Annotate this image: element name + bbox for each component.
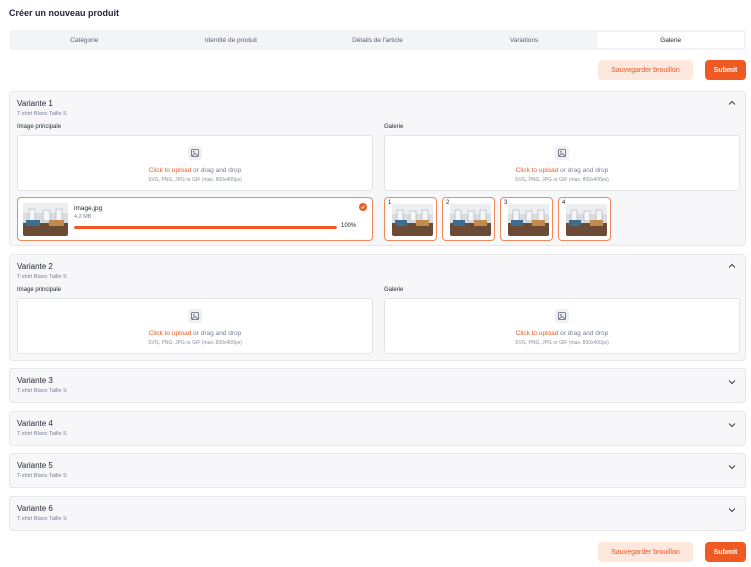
- variant-card-5[interactable]: Variante 5 T-shirt Blanc Taille S: [9, 453, 746, 488]
- page-title: Créer un nouveau produit: [9, 8, 120, 18]
- check-circle-icon: [359, 203, 367, 211]
- chevron-down-icon[interactable]: [727, 505, 737, 515]
- gallery-dropzone[interactable]: Click to upload or drag and drop SVG, PN…: [384, 135, 740, 191]
- tab-categorie[interactable]: Catégorie: [11, 32, 158, 48]
- upload-hint: SVG, PNG, JPG or GIF (max. 800x400px): [515, 340, 609, 346]
- variant-title: Variante 3: [17, 376, 53, 385]
- gallery-image: [508, 204, 549, 236]
- chevron-up-icon[interactable]: [727, 98, 737, 108]
- gallery-thumbnail-number: 3: [504, 200, 508, 206]
- variant-card-1: Variante 1 T-shirt Blanc Taille S Image …: [9, 91, 746, 246]
- upload-instruction-text: or drag and drop: [558, 167, 609, 174]
- upload-instruction: Click to upload or drag and drop: [18, 167, 372, 174]
- variant-subtitle: T-shirt Blanc Taille S: [17, 516, 67, 522]
- click-to-upload-link[interactable]: Click to upload: [149, 330, 192, 337]
- upload-progress-fill: [74, 226, 337, 229]
- variant-card-2: Variante 2 T-shirt Blanc Taille S Image …: [9, 254, 746, 361]
- upload-instruction: Click to upload or drag and drop: [385, 167, 739, 174]
- variant-subtitle: T-shirt Blanc Taille S: [17, 274, 67, 280]
- upload-instruction: Click to upload or drag and drop: [385, 330, 739, 337]
- upload-progress-bar: [74, 226, 337, 229]
- gallery-image: [566, 204, 607, 236]
- chevron-down-icon[interactable]: [727, 420, 737, 430]
- variant-subtitle: T-shirt Blanc Taille S: [17, 388, 67, 394]
- main-image-dropzone[interactable]: Click to upload or drag and drop SVG, PN…: [17, 298, 373, 354]
- chevron-down-icon[interactable]: [727, 377, 737, 387]
- gallery-dropzone[interactable]: Click to upload or drag and drop SVG, PN…: [384, 298, 740, 354]
- variant-title: Variante 6: [17, 504, 53, 513]
- gallery-label: Galerie: [384, 287, 404, 293]
- submit-button-bottom[interactable]: Submit: [705, 542, 746, 562]
- gallery-image: [392, 204, 433, 236]
- main-image-dropzone[interactable]: Click to upload or drag and drop SVG, PN…: [17, 135, 373, 191]
- upload-hint: SVG, PNG, JPG or GIF (max. 800x400px): [148, 177, 242, 183]
- image-icon: [555, 309, 569, 323]
- save-draft-button[interactable]: Sauvegarder brouillon: [598, 60, 693, 80]
- upload-instruction-text: or drag and drop: [191, 330, 242, 337]
- upload-progress-percent: 100%: [341, 223, 357, 229]
- tab-galerie[interactable]: Galerie: [597, 32, 744, 48]
- upload-instruction-text: or drag and drop: [558, 330, 609, 337]
- variant-subtitle: T-shirt Blanc Taille S: [17, 111, 67, 117]
- variant-title: Variante 4: [17, 419, 53, 428]
- step-tabs: Catégorie Identité de produit Détails de…: [9, 30, 746, 50]
- gallery-thumbnail-number: 4: [562, 200, 566, 206]
- gallery-thumbnail[interactable]: 3: [500, 197, 553, 241]
- variant-subtitle: T-shirt Blanc Taille S: [17, 431, 67, 437]
- file-thumbnail: [23, 203, 68, 236]
- save-draft-button-bottom[interactable]: Sauvegarder brouillon: [598, 542, 693, 562]
- gallery-label: Galerie: [384, 124, 404, 130]
- gallery-image: [450, 204, 491, 236]
- file-name: image.jpg: [74, 205, 103, 212]
- gallery-thumbnail-number: 1: [388, 200, 392, 206]
- upload-hint: SVG, PNG, JPG or GIF (max. 800x400px): [148, 340, 242, 346]
- tab-identite-produit[interactable]: Identité de produit: [158, 32, 305, 48]
- gallery-thumbnail[interactable]: 4: [558, 197, 611, 241]
- variant-card-6[interactable]: Variante 6 T-shirt Blanc Taille S: [9, 496, 746, 531]
- main-image-label: Image principale: [17, 124, 62, 130]
- image-icon: [188, 146, 202, 160]
- variant-card-3[interactable]: Variante 3 T-shirt Blanc Taille S: [9, 368, 746, 403]
- chevron-up-icon[interactable]: [727, 261, 737, 271]
- file-size: 4.2 MB: [74, 214, 92, 220]
- tab-variations[interactable]: Variations: [451, 32, 598, 48]
- click-to-upload-link[interactable]: Click to upload: [516, 167, 559, 174]
- variant-title: Variante 1: [17, 99, 53, 108]
- image-icon: [188, 309, 202, 323]
- submit-button[interactable]: Submit: [705, 60, 746, 80]
- uploaded-file-item: image.jpg 4.2 MB 100%: [17, 197, 373, 241]
- variant-title: Variante 2: [17, 262, 53, 271]
- variant-card-4[interactable]: Variante 4 T-shirt Blanc Taille S: [9, 411, 746, 446]
- click-to-upload-link[interactable]: Click to upload: [149, 167, 192, 174]
- gallery-thumbnail-number: 2: [446, 200, 450, 206]
- main-image-label: Image principale: [17, 287, 62, 293]
- image-icon: [555, 146, 569, 160]
- gallery-thumbnail[interactable]: 2: [442, 197, 495, 241]
- click-to-upload-link[interactable]: Click to upload: [516, 330, 559, 337]
- variant-title: Variante 5: [17, 461, 53, 470]
- upload-hint: SVG, PNG, JPG or GIF (max. 800x400px): [515, 177, 609, 183]
- tab-details-article[interactable]: Détails de l'article: [304, 32, 451, 48]
- upload-instruction-text: or drag and drop: [191, 167, 242, 174]
- chevron-down-icon[interactable]: [727, 462, 737, 472]
- gallery-thumbnail[interactable]: 1: [384, 197, 437, 241]
- variant-subtitle: T-shirt Blanc Taille S: [17, 473, 67, 479]
- upload-instruction: Click to upload or drag and drop: [18, 330, 372, 337]
